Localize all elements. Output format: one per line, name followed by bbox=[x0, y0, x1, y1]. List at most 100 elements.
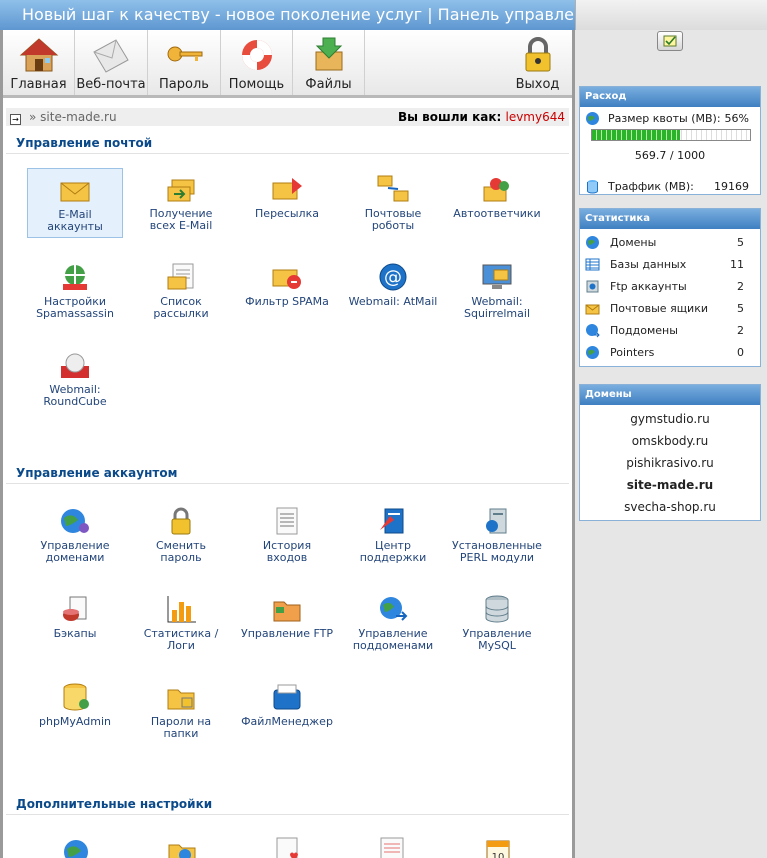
toolbar-webmail-button[interactable]: Веб-почта bbox=[75, 30, 148, 95]
table-icon bbox=[585, 258, 600, 271]
usage-panel: Расход Размер квоты (MB): 56% 569.7 / 10… bbox=[579, 86, 761, 195]
tile-change-password[interactable]: Сменить пароль bbox=[133, 500, 229, 570]
stats-row-mailboxes: Почтовые ящики 5 bbox=[580, 298, 760, 320]
tile-label: phpMyAdmin bbox=[39, 715, 111, 728]
tile-label: Webmail: RoundCube bbox=[43, 383, 107, 408]
database-yellow-icon bbox=[63, 683, 89, 711]
toolbar-password-label: Пароль bbox=[159, 77, 209, 92]
tile-label: Автоответчики bbox=[453, 207, 541, 220]
tile-label: Статистика / Логи bbox=[143, 627, 219, 652]
domain-link[interactable]: omskbody.ru bbox=[580, 430, 760, 452]
tile-label: Настройки Spamassassin bbox=[36, 295, 114, 320]
tile-backups[interactable]: Бэкапы bbox=[27, 588, 123, 658]
divider bbox=[6, 153, 569, 154]
toolbar-logout-button[interactable]: Выход bbox=[503, 30, 572, 95]
quota-value: 569.7 / 1000 bbox=[634, 149, 706, 162]
tile-get-all-email[interactable]: Получение всех E-Mail bbox=[133, 168, 229, 238]
domain-link[interactable]: gymstudio.ru bbox=[580, 408, 760, 430]
tile-label: E-Mail аккаунты bbox=[47, 208, 103, 233]
section-account-title: Управление аккаунтом bbox=[16, 466, 178, 480]
tile-mail-robots[interactable]: Почтовые роботы bbox=[345, 168, 441, 238]
tile-forwarding[interactable]: Пересылка bbox=[239, 168, 335, 238]
folder-globe-icon[interactable] bbox=[165, 835, 199, 858]
tile-label: Управление FTP bbox=[241, 627, 333, 640]
logged-in-info: Вы вошли как: levmy644 bbox=[398, 110, 565, 124]
globe-icon bbox=[586, 236, 599, 249]
tile-domain-management[interactable]: Управление доменами bbox=[27, 500, 123, 570]
tile-mailing-list[interactable]: Список рассылки bbox=[133, 256, 229, 326]
tile-label: Пересылка bbox=[255, 207, 319, 220]
document-heart-icon[interactable] bbox=[271, 835, 305, 858]
toolbar-password-button[interactable]: Пароль bbox=[148, 30, 221, 95]
toolbar: Главная Веб-почта Пароль Помощь Файлы Вы… bbox=[3, 30, 572, 98]
tile-perl-modules[interactable]: Установленные PERL модули bbox=[449, 500, 545, 570]
mailing-list-icon bbox=[167, 263, 194, 290]
bar-chart-icon bbox=[167, 596, 196, 623]
document-list-icon bbox=[276, 507, 298, 535]
stats-label: Pointers bbox=[610, 346, 655, 359]
svg-text:@: @ bbox=[384, 267, 402, 288]
toolbar-files-button[interactable]: Файлы bbox=[293, 30, 365, 95]
stats-value: 5 bbox=[737, 236, 744, 249]
tile-login-history[interactable]: История входов bbox=[239, 500, 335, 570]
domain-link[interactable]: svecha-shop.ru bbox=[580, 496, 760, 518]
traffic-value: 19169 bbox=[714, 180, 749, 193]
document-icon[interactable] bbox=[375, 835, 409, 858]
stats-label: Базы данных bbox=[610, 258, 687, 271]
quota-globe-icon bbox=[586, 112, 599, 125]
tile-spamassassin[interactable]: Настройки Spamassassin bbox=[27, 256, 123, 326]
globe-icon[interactable] bbox=[59, 835, 93, 858]
tile-spam-filter[interactable]: Фильтр SPAMа bbox=[239, 256, 335, 326]
notes-button[interactable] bbox=[657, 31, 683, 51]
toolbar-help-label: Помощь bbox=[228, 77, 285, 92]
domain-link-current[interactable]: site-made.ru bbox=[580, 474, 760, 496]
tile-ftp-management[interactable]: Управление FTP bbox=[239, 588, 335, 658]
tile-autoresponders[interactable]: Автоответчики bbox=[449, 168, 545, 238]
tile-email-accounts[interactable]: E-Mail аккаунты bbox=[27, 168, 123, 238]
files-download-icon bbox=[315, 37, 342, 71]
domain-link[interactable]: pishikrasivo.ru bbox=[580, 452, 760, 474]
envelopes-arrow-icon bbox=[167, 179, 195, 202]
tile-subdomain-management[interactable]: Управление поддоменами bbox=[345, 588, 441, 658]
tile-label: История входов bbox=[262, 539, 312, 564]
tile-webmail-roundcube[interactable]: Webmail: RoundCube bbox=[27, 344, 123, 414]
envelope-icon bbox=[93, 39, 129, 73]
stats-label: Ftp аккаунты bbox=[610, 280, 687, 293]
stats-label: Почтовые ящики bbox=[610, 302, 708, 315]
autoresponder-icon bbox=[483, 178, 509, 202]
at-sign-icon: @ bbox=[379, 263, 407, 291]
tile-label: ФайлМенеджер bbox=[241, 715, 333, 728]
stats-label: Домены bbox=[610, 236, 657, 249]
envelope-icon bbox=[585, 304, 600, 315]
toolbar-help-button[interactable]: Помощь bbox=[221, 30, 293, 95]
tile-label: Список рассылки bbox=[153, 295, 209, 320]
traffic-label: Траффик (MB): bbox=[608, 180, 694, 193]
tile-label: Установленные PERL модули bbox=[452, 539, 542, 564]
tile-label: Сменить пароль bbox=[156, 539, 206, 564]
key-icon bbox=[167, 46, 203, 62]
tile-phpmyadmin[interactable]: phpMyAdmin bbox=[27, 676, 123, 746]
quota-bar-row bbox=[580, 129, 760, 149]
stats-row-domains: Домены 5 bbox=[580, 232, 760, 254]
tile-webmail-squirrelmail[interactable]: Webmail: Squirrelmail bbox=[449, 256, 545, 326]
padlock-icon bbox=[171, 507, 191, 535]
tile-label: Центр поддержки bbox=[359, 539, 427, 564]
toolbar-home-button[interactable]: Главная bbox=[3, 30, 75, 95]
go-arrow-icon[interactable]: → bbox=[10, 114, 21, 125]
tile-folder-passwords[interactable]: Пароли на папки bbox=[133, 676, 229, 746]
breadcrumb-path[interactable]: » site-made.ru bbox=[29, 110, 117, 124]
tile-file-manager[interactable]: ФайлМенеджер bbox=[239, 676, 335, 746]
ftp-folder-icon bbox=[273, 601, 301, 622]
tile-support-center[interactable]: Центр поддержки bbox=[345, 500, 441, 570]
stats-value: 0 bbox=[737, 346, 744, 359]
toolbar-files-label: Файлы bbox=[305, 77, 352, 92]
tile-label: Управление MySQL bbox=[462, 627, 532, 652]
tile-webmail-atmail[interactable]: @ Webmail: AtMail bbox=[345, 256, 441, 326]
calendar-icon[interactable]: 10 bbox=[481, 835, 515, 858]
server-gear-icon bbox=[486, 508, 507, 534]
house-icon bbox=[19, 38, 58, 72]
tile-mysql-management[interactable]: Управление MySQL bbox=[449, 588, 545, 658]
usage-panel-title: Расход bbox=[580, 87, 760, 107]
tile-stats-logs[interactable]: Статистика / Логи bbox=[133, 588, 229, 658]
locked-folder-icon bbox=[167, 689, 195, 710]
